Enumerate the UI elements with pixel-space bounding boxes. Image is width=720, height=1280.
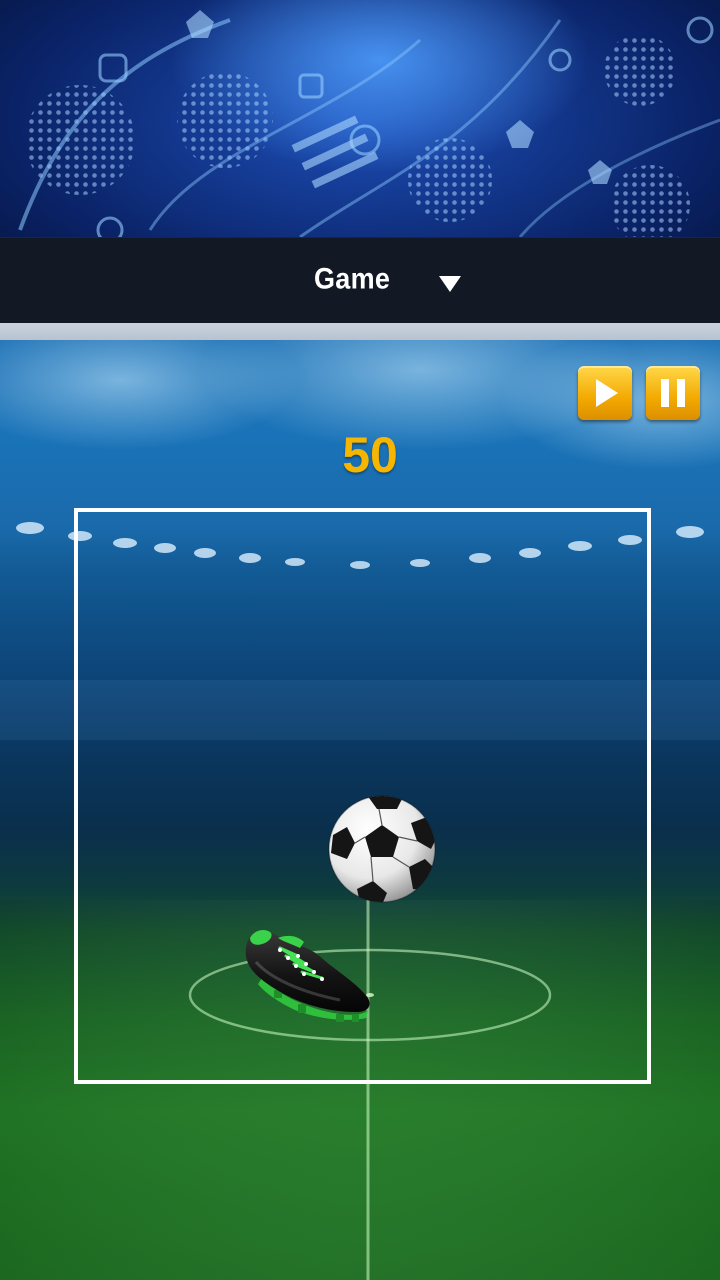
banner-pattern — [18, 10, 720, 237]
play-button[interactable] — [578, 366, 632, 420]
soccer-ball[interactable] — [327, 793, 437, 905]
football-boot[interactable] — [240, 926, 375, 1024]
header-banner — [0, 0, 720, 237]
play-icon — [596, 379, 618, 407]
score-display: 50 — [342, 427, 398, 483]
divider — [0, 323, 720, 340]
pause-button[interactable] — [646, 366, 700, 420]
caret-down-icon[interactable] — [439, 276, 461, 292]
page-title[interactable]: Game — [314, 263, 390, 296]
